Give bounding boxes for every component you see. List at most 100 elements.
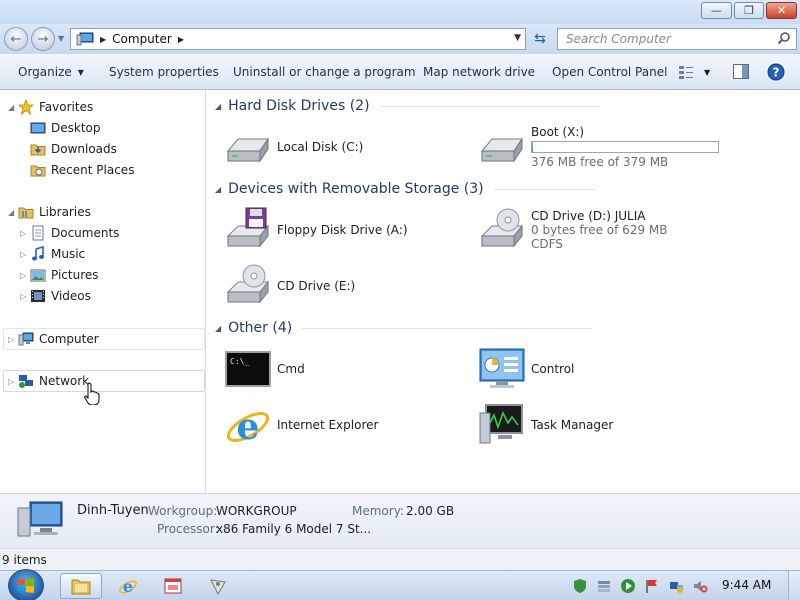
drive-x-name: Boot (X:) — [531, 125, 585, 139]
volume-muted-icon[interactable] — [692, 578, 708, 594]
cd-drive-icon — [480, 208, 524, 248]
nav-downloads-label: Downloads — [51, 142, 117, 156]
preview-pane-icon[interactable] — [733, 64, 749, 79]
collapsed-arrow-icon[interactable]: ▷ — [8, 377, 18, 386]
nav-network[interactable]: ▷ Network — [8, 371, 89, 391]
flag-icon[interactable] — [644, 578, 660, 594]
minimize-button[interactable]: — — [701, 2, 732, 19]
start-button[interactable] — [8, 569, 44, 600]
taskbar-clock[interactable]: 9:44 AM — [722, 578, 771, 592]
group-other[interactable]: ◢ Other (4) — [215, 318, 593, 338]
breadcrumb-arrow-icon[interactable]: ▶ — [178, 35, 184, 44]
memory-label: Memory: — [352, 504, 404, 518]
uninstall-program-button[interactable]: Uninstall or change a program — [233, 65, 416, 79]
workgroup-label: Workgroup: — [148, 504, 218, 518]
change-view-button[interactable]: ▼ — [678, 65, 710, 79]
recent-pages-dropdown[interactable]: ▼ — [58, 34, 64, 43]
collapsed-arrow-icon[interactable]: ▷ — [20, 271, 30, 280]
collapsed-arrow-icon[interactable]: ▷ — [20, 229, 30, 238]
workgroup-value: WORKGROUP — [216, 504, 297, 518]
expanded-arrow-icon[interactable]: ◢ — [215, 324, 221, 333]
music-icon — [32, 246, 44, 261]
open-control-panel-button[interactable]: Open Control Panel — [552, 65, 667, 79]
group-removable-storage[interactable]: ◢ Devices with Removable Storage (3) — [215, 179, 596, 199]
nav-desktop-label: Desktop — [51, 121, 101, 135]
collapsed-arrow-icon[interactable]: ▷ — [8, 335, 18, 344]
item-control-name: Control — [531, 362, 575, 376]
close-button[interactable]: ✕ — [766, 2, 797, 19]
search-icon[interactable] — [777, 31, 791, 45]
drive-local-disk-c[interactable]: Local Disk (C:) — [224, 122, 363, 172]
drive-cd-e[interactable]: CD Drive (E:) — [224, 261, 355, 311]
forward-arrow-icon: → — [37, 31, 49, 47]
collapsed-arrow-icon[interactable]: ▷ — [20, 250, 30, 259]
address-field[interactable]: ▶ Computer ▶ ▼ — [70, 28, 526, 50]
nav-libraries[interactable]: ◢ Libraries — [8, 202, 91, 222]
refresh-button[interactable]: ⇆ — [529, 28, 551, 50]
nav-music-label: Music — [51, 247, 86, 261]
drive-a-name: Floppy Disk Drive (A:) — [277, 223, 408, 237]
expanded-arrow-icon[interactable]: ◢ — [8, 208, 18, 217]
nav-documents[interactable]: ▷ Documents — [20, 223, 119, 243]
network-status-icon[interactable] — [668, 578, 684, 594]
nav-videos-label: Videos — [51, 289, 91, 303]
nav-pictures[interactable]: ▷ Pictures — [20, 265, 99, 285]
expanded-arrow-icon[interactable]: ◢ — [215, 185, 221, 194]
item-task-manager[interactable]: Task Manager — [478, 400, 613, 450]
taskbar-explorer-button[interactable] — [60, 573, 102, 599]
nav-desktop[interactable]: Desktop — [30, 118, 101, 138]
nav-recent-places[interactable]: Recent Places — [30, 160, 134, 180]
cd-drive-icon — [226, 264, 270, 304]
breadcrumb-computer[interactable]: Computer — [112, 32, 172, 46]
item-internet-explorer[interactable]: e Internet Explorer — [224, 400, 378, 450]
nav-videos[interactable]: ▷ Videos — [20, 286, 91, 306]
chevron-down-icon: ▼ — [77, 68, 84, 77]
group-divider — [302, 327, 593, 329]
hand-cursor-icon — [84, 382, 100, 405]
nav-music[interactable]: ▷ Music — [20, 244, 85, 264]
expanded-arrow-icon[interactable]: ◢ — [215, 102, 221, 111]
system-properties-button[interactable]: System properties — [109, 65, 219, 79]
help-icon[interactable]: ? — [767, 63, 785, 81]
drive-x-capacity-bar — [531, 141, 719, 153]
content-pane: ◢ Hard Disk Drives (2) Local Disk (C:) B… — [207, 90, 800, 493]
group-divider — [379, 105, 600, 107]
item-control[interactable]: Control — [478, 344, 574, 394]
search-input[interactable] — [558, 29, 768, 49]
drive-d-filesystem: CDFS — [531, 237, 563, 251]
nav-downloads[interactable]: Downloads — [30, 139, 117, 159]
stack-icon[interactable] — [596, 578, 612, 594]
computer-icon — [76, 32, 94, 46]
pictures-icon — [30, 269, 46, 282]
collapsed-arrow-icon[interactable]: ▷ — [20, 292, 30, 301]
group-hard-disk-drives[interactable]: ◢ Hard Disk Drives (2) — [215, 96, 600, 116]
taskbar-app-button[interactable] — [152, 573, 194, 599]
breadcrumb-arrow-icon[interactable]: ▶ — [100, 35, 106, 44]
network-icon — [19, 375, 33, 388]
taskbar-ie-button[interactable]: e — [107, 573, 149, 599]
downloads-folder-icon — [30, 144, 46, 156]
play-icon[interactable] — [620, 578, 636, 594]
address-dropdown-icon[interactable]: ▼ — [514, 33, 521, 43]
maximize-button[interactable]: ❐ — [734, 2, 764, 19]
organize-menu[interactable]: Organize ▼ — [18, 65, 84, 79]
recent-places-icon — [30, 165, 46, 177]
shield-icon[interactable] — [572, 578, 588, 594]
search-box[interactable] — [557, 28, 797, 50]
item-cmd[interactable]: C:\_ Cmd — [224, 344, 305, 394]
back-button[interactable]: ← — [4, 27, 28, 51]
expanded-arrow-icon[interactable]: ◢ — [8, 103, 18, 112]
taskbar-media-button[interactable] — [197, 573, 239, 599]
item-count: 9 items — [2, 553, 47, 567]
drive-floppy-a[interactable]: Floppy Disk Drive (A:) — [224, 205, 408, 255]
map-network-drive-button[interactable]: Map network drive — [423, 65, 535, 79]
windows-logo-icon — [18, 578, 34, 593]
drive-cd-d[interactable]: CD Drive (D:) JULIA 0 bytes free of 629 … — [478, 205, 667, 255]
nav-computer[interactable]: ▷ Computer — [8, 329, 99, 349]
show-desktop-button[interactable] — [788, 571, 800, 600]
forward-button[interactable]: → — [31, 27, 55, 51]
minimize-icon: — — [711, 4, 722, 17]
internet-explorer-icon: e — [119, 577, 137, 596]
drive-boot-x[interactable]: Boot (X:) 376 MB free of 379 MB — [478, 122, 719, 172]
nav-favorites[interactable]: ◢ Favorites — [8, 97, 93, 117]
